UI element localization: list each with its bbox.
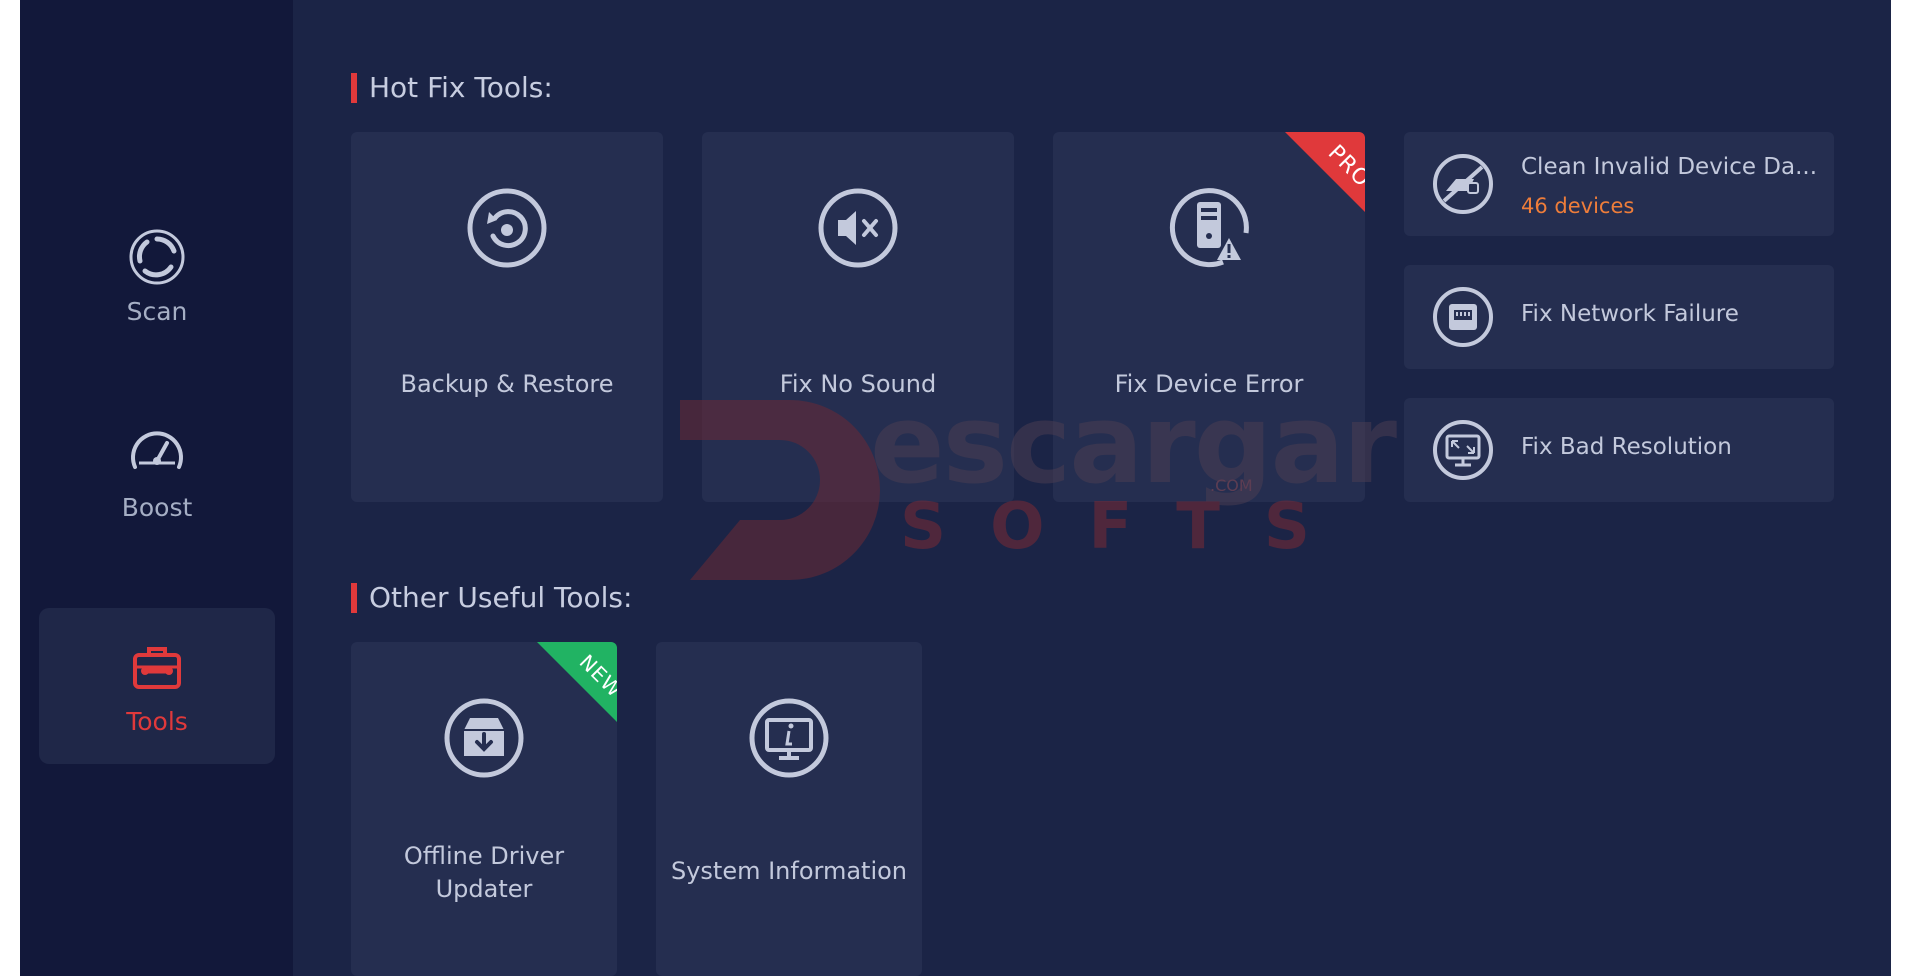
resolution-icon: [1433, 420, 1493, 480]
card-title: Fix Bad Resolution: [1521, 434, 1732, 460]
device-count: 46 devices: [1521, 194, 1635, 218]
card-label: System Information: [670, 857, 908, 885]
card-label-line1: Offline Driver: [403, 842, 565, 870]
sidebar-item-boost[interactable]: Boost: [39, 394, 275, 550]
section-title-other: Other Useful Tools:: [351, 582, 632, 614]
offline-driver-icon: [444, 698, 524, 778]
app-window: Scan Boost Tools Hot Fix Tools: Backup &…: [20, 0, 1891, 976]
backup-restore-card[interactable]: Backup & Restore: [351, 132, 663, 502]
card-title: Fix Network Failure: [1521, 301, 1739, 327]
pro-badge-label: PRO: [1322, 140, 1365, 193]
section-title-hotfix: Hot Fix Tools:: [351, 72, 553, 104]
offline-driver-updater-card[interactable]: Offline Driver Updater NEW: [351, 642, 617, 976]
sidebar-item-label: Tools: [126, 706, 188, 736]
sidebar-item-label: Scan: [126, 296, 188, 326]
fix-network-failure-card[interactable]: Fix Network Failure: [1404, 265, 1834, 369]
fix-no-sound-card[interactable]: Fix No Sound: [702, 132, 1014, 502]
card-label: Backup & Restore: [400, 370, 614, 398]
system-information-card[interactable]: System Information: [656, 642, 922, 976]
device-error-icon: [1169, 188, 1249, 268]
speedometer-icon: [131, 430, 183, 469]
main-content: Hot Fix Tools: Backup & Restore Fix No S…: [293, 0, 1891, 976]
clean-invalid-device-data-card[interactable]: Clean Invalid Device Da... 46 devices: [1404, 132, 1834, 236]
mute-speaker-icon: [818, 188, 898, 268]
backup-restore-icon: [467, 188, 547, 268]
toolbox-icon: [133, 646, 181, 689]
new-badge-label: NEW: [574, 649, 617, 703]
sidebar-item-scan[interactable]: Scan: [39, 198, 275, 354]
sidebar-item-label: Boost: [121, 492, 193, 522]
fix-device-error-card[interactable]: Fix Device Error PRO: [1053, 132, 1365, 502]
network-port-icon: [1433, 287, 1493, 347]
scan-icon: [129, 229, 185, 284]
new-badge: NEW: [537, 642, 617, 722]
card-title: Clean Invalid Device Da...: [1521, 154, 1818, 180]
card-label: Fix No Sound: [779, 370, 937, 398]
card-label-line2: Updater: [435, 875, 533, 903]
clean-device-icon: [1433, 154, 1493, 214]
fix-bad-resolution-card[interactable]: Fix Bad Resolution: [1404, 398, 1834, 502]
sidebar: Scan Boost Tools: [20, 0, 293, 976]
pro-badge: PRO: [1285, 132, 1365, 212]
system-info-icon: [749, 698, 829, 778]
sidebar-item-tools[interactable]: Tools: [39, 608, 275, 764]
card-label: Fix Device Error: [1114, 370, 1304, 398]
